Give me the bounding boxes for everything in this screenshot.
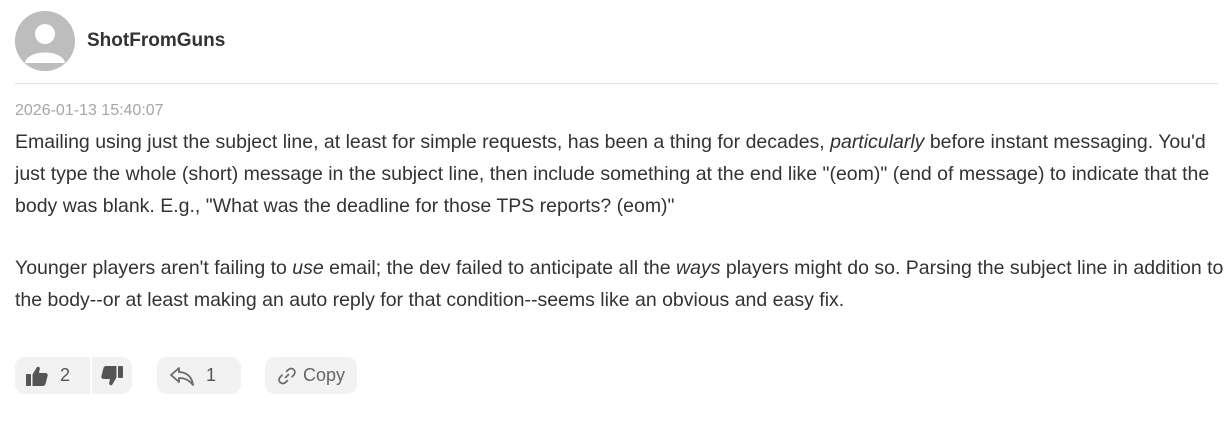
reply-button[interactable]: 1 (157, 357, 242, 394)
comment-header: ShotFromGuns (15, 11, 1218, 71)
copy-link-button[interactable]: Copy (265, 357, 358, 394)
reply-icon (169, 364, 195, 388)
avatar[interactable] (15, 11, 75, 71)
comment-body: Emailing using just the subject line, at… (15, 126, 1225, 316)
comment-paragraph: Emailing using just the subject line, at… (15, 126, 1225, 222)
reply-count: 1 (206, 365, 217, 385)
paragraph-text: Emailing using just the subject line, at… (15, 131, 831, 153)
header-divider (15, 83, 1218, 84)
link-icon (277, 366, 297, 386)
thumbs-up-icon (25, 364, 49, 388)
vote-group: 2 (15, 357, 133, 394)
downvote-button[interactable] (92, 357, 132, 394)
comment-paragraph: Younger players aren't failing to use em… (15, 252, 1225, 316)
emphasis-text: particularly (830, 131, 925, 153)
upvote-count: 2 (60, 365, 71, 385)
thumbs-down-icon (100, 364, 124, 388)
comment: ShotFromGuns 2026-01-13 15:40:07 Emailin… (15, 11, 1223, 316)
copy-label: Copy (303, 365, 346, 385)
author-name[interactable]: ShotFromGuns (87, 30, 225, 52)
paragraph-text: email; the dev failed to anticipate all … (323, 257, 677, 279)
comment-timestamp: 2026-01-13 15:40:07 (15, 102, 164, 119)
emphasis-text: ways (676, 257, 721, 279)
user-avatar-icon (15, 11, 75, 71)
paragraph-text: Younger players aren't failing to (15, 257, 293, 279)
comment-actions: 2 1 Copy (15, 357, 358, 394)
emphasis-text: use (292, 257, 324, 279)
upvote-button[interactable]: 2 (15, 357, 90, 394)
